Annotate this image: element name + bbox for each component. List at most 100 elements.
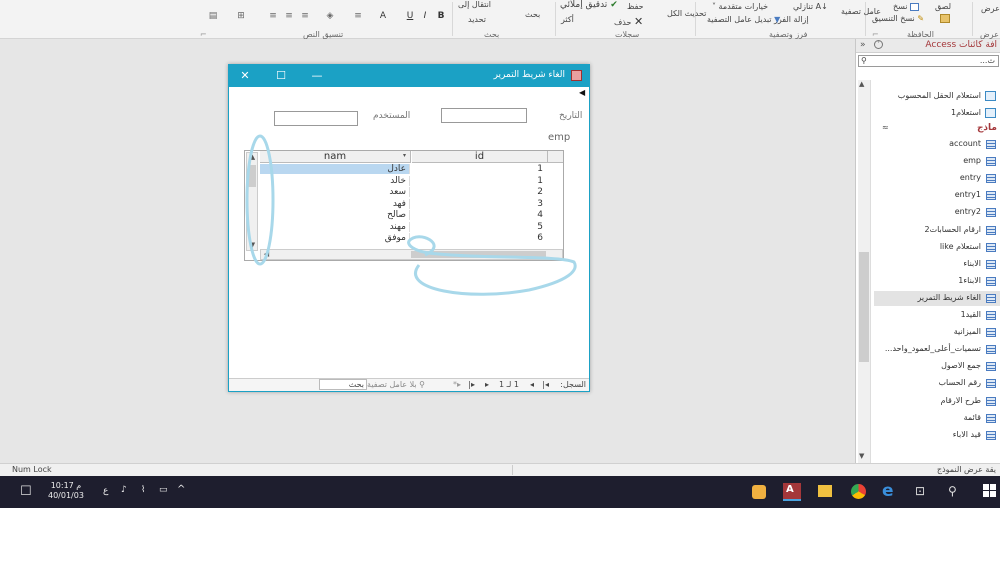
prev-record-icon[interactable]: ◂: [530, 380, 534, 389]
nav-item-form[interactable]: account: [874, 137, 1000, 152]
underline-button[interactable]: U: [405, 11, 415, 23]
cell-nam[interactable]: خالد: [260, 175, 410, 186]
save-button[interactable]: حفظ: [627, 2, 644, 11]
access-app-icon[interactable]: A: [783, 483, 801, 501]
spelling-button[interactable]: ✔ تدقيق إملائي: [560, 0, 618, 10]
table-row[interactable]: موفق 6: [260, 233, 565, 243]
scroll-down-icon[interactable]: ▼: [859, 452, 864, 460]
user-field[interactable]: [274, 111, 358, 126]
gridlines-icon[interactable]: ⊞: [234, 11, 248, 23]
maximize-icon[interactable]: ☐: [269, 68, 293, 84]
cell-nam[interactable]: فهد: [260, 198, 410, 209]
nav-item-form[interactable]: الابناء: [874, 257, 1000, 272]
cell-id[interactable]: 2: [411, 187, 546, 197]
paste-button[interactable]: لصق: [935, 2, 951, 11]
select-button[interactable]: تحديد: [468, 15, 486, 24]
cell-id[interactable]: 6: [411, 233, 546, 243]
grid-hscroll-thumb[interactable]: [411, 251, 546, 258]
nav-item-query[interactable]: استعلام1: [874, 106, 1000, 121]
chevron-up-icon[interactable]: ^: [177, 484, 185, 495]
paint-app-icon[interactable]: [752, 485, 766, 499]
task-view-icon[interactable]: ⊡: [915, 484, 931, 500]
more-button[interactable]: أكثر: [561, 15, 574, 24]
collapse-pane-icon[interactable]: »: [860, 40, 866, 50]
nav-item-form[interactable]: entry: [874, 171, 1000, 186]
chevron-down-icon[interactable]: ˅: [874, 40, 883, 49]
alt-row-color-icon[interactable]: ▤: [206, 11, 220, 23]
new-record-icon[interactable]: ▸*: [453, 380, 461, 389]
no-filter-button[interactable]: ⚲ بلا عامل تصفية: [367, 380, 425, 389]
first-record-icon[interactable]: ◂|: [542, 380, 549, 389]
nav-vertical-scrollbar[interactable]: ▲ ▼: [858, 80, 871, 463]
grid-horizontal-scrollbar[interactable]: ◀: [260, 249, 563, 260]
scroll-up-icon[interactable]: ▲: [859, 80, 864, 88]
nav-item-form[interactable]: الميزانية: [874, 325, 1000, 340]
table-row[interactable]: صالح 4: [260, 210, 565, 220]
table-row[interactable]: مهند 5: [260, 221, 565, 232]
delete-button[interactable]: ✕ حذف: [614, 15, 643, 28]
column-header-nam[interactable]: nam ▾: [260, 151, 411, 163]
windows-start-icon[interactable]: [983, 484, 997, 498]
nav-item-form[interactable]: entry1: [874, 188, 1000, 203]
volume-icon[interactable]: ♪: [121, 485, 127, 495]
search-icon[interactable]: ⚲: [948, 484, 964, 500]
views-button[interactable]: عرض: [981, 4, 1000, 13]
font-color-button[interactable]: A: [378, 11, 388, 23]
ascending-button[interactable]: ↓A تنازلي: [793, 2, 828, 11]
edge-icon[interactable]: e: [882, 481, 898, 501]
refresh-all-button[interactable]: تحديث الكل: [667, 9, 706, 19]
align-left-icon[interactable]: ≡: [266, 11, 280, 23]
notification-icon[interactable]: ☐: [20, 484, 36, 500]
table-row[interactable]: سعد 2: [260, 187, 565, 197]
nav-item-query[interactable]: استعلام الحقل المحسوب: [874, 89, 1000, 104]
cell-nam[interactable]: موفق: [260, 233, 410, 243]
last-record-icon[interactable]: ▸|: [468, 380, 475, 389]
chrome-icon[interactable]: [851, 484, 866, 499]
fill-color-icon[interactable]: ◈: [322, 11, 338, 23]
cell-nam[interactable]: مهند: [260, 221, 410, 232]
italic-button[interactable]: I: [420, 11, 430, 23]
nav-item-form[interactable]: الغاء شريط التمرير: [874, 290, 1000, 306]
cell-id[interactable]: 4: [411, 210, 546, 220]
form-title-bar[interactable]: ✕ ☐ — الغاء شريط التمرير: [229, 65, 589, 87]
toggle-filter-button[interactable]: ▼ تبديل عامل التصفية: [707, 15, 780, 24]
form-window[interactable]: ✕ ☐ — الغاء شريط التمرير ◀ التاريخ المست…: [228, 64, 590, 392]
battery-icon[interactable]: ▭: [159, 485, 168, 495]
nav-item-form[interactable]: رقم الحساب: [874, 376, 1000, 391]
column-header-id[interactable]: id: [412, 151, 547, 163]
nav-item-form[interactable]: تسميات_أعلى_لعمود_واحد...: [874, 342, 1000, 357]
cell-id[interactable]: 5: [411, 222, 546, 232]
nav-search-input[interactable]: ⚲ ث...: [858, 55, 999, 67]
nav-item-form[interactable]: طرح الارقام: [874, 394, 1000, 409]
next-record-icon[interactable]: ▸: [485, 380, 489, 389]
close-icon[interactable]: ✕: [233, 68, 257, 84]
subform-datasheet[interactable]: nam ▾ id ▲ ▼ ◀ عادل 1 خالد 1 سعد 2 فهد 3 صالح 4 مه…: [244, 150, 564, 261]
nav-item-form[interactable]: emp: [874, 154, 1000, 169]
nav-scroll-thumb[interactable]: [859, 252, 869, 362]
nav-item-form[interactable]: قيد الاباء: [874, 428, 1000, 443]
nav-item-form[interactable]: ارقام الحسابات2: [874, 223, 1000, 238]
minimize-icon[interactable]: —: [305, 68, 329, 84]
clipboard-launcher-icon[interactable]: ⌐: [872, 30, 879, 39]
text-formatting-launcher-icon[interactable]: ⌐: [200, 30, 207, 39]
table-row[interactable]: خالد 1: [260, 175, 565, 186]
clock[interactable]: م 10:17 40/01/03: [48, 481, 84, 501]
date-field[interactable]: [441, 108, 527, 123]
nav-item-form[interactable]: الابناء1: [874, 274, 1000, 289]
scroll-down-icon[interactable]: ▼: [248, 241, 257, 250]
find-button[interactable]: بحث: [525, 10, 540, 19]
align-center-icon[interactable]: ≡: [282, 11, 296, 23]
wifi-icon[interactable]: ⌇: [141, 485, 145, 495]
scroll-up-icon[interactable]: ▲: [248, 153, 257, 162]
grid-vertical-scrollbar[interactable]: ▲ ▼: [246, 152, 258, 251]
column-header-add[interactable]: [547, 151, 563, 163]
goto-button[interactable]: انتقال إلى: [458, 0, 491, 9]
collapse-section-icon[interactable]: ≈: [882, 123, 889, 132]
nav-item-form[interactable]: جمع الاصول: [874, 359, 1000, 374]
nav-item-form[interactable]: entry2: [874, 205, 1000, 220]
cell-id[interactable]: 1: [411, 176, 546, 186]
align-right-icon[interactable]: ≡: [298, 11, 312, 23]
highlight-icon[interactable]: ≡: [350, 11, 366, 23]
cell-nam[interactable]: عادل: [260, 164, 410, 174]
nav-item-form[interactable]: القيد1: [874, 308, 1000, 323]
